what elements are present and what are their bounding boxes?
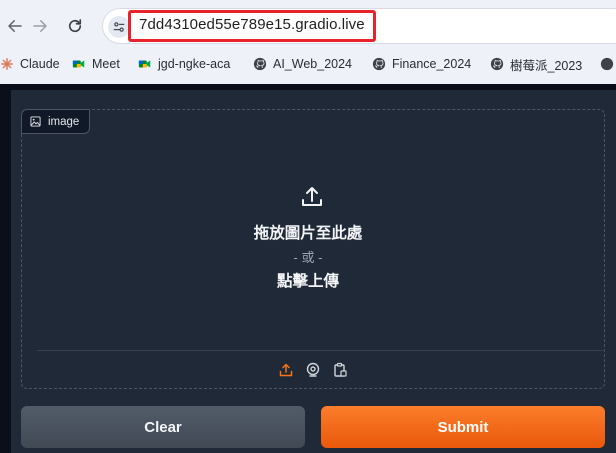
tune-icon	[113, 22, 125, 32]
source-divider	[37, 350, 605, 351]
submit-button[interactable]: Submit	[321, 406, 605, 448]
github-icon	[372, 57, 386, 71]
click-upload-text[interactable]: 點擊上傳	[0, 269, 616, 291]
bookmark-label: Meet	[92, 57, 120, 71]
forward-button[interactable]	[27, 13, 53, 39]
image-icon	[30, 116, 41, 127]
bookmark-ai-web-2024[interactable]: AI_Web_2024	[253, 53, 352, 75]
browser-chrome: 7dd4310ed55e789e15.gradio.live Claude Me…	[0, 0, 616, 84]
source-clipboard-button[interactable]	[330, 360, 350, 380]
bookmark-jgd-ngke-aca[interactable]: jgd-ngke-aca	[138, 53, 230, 75]
bookmark-label: Finance_2024	[392, 57, 472, 71]
or-separator-text: - 或 -	[293, 250, 323, 265]
bookmark-label: Claude	[20, 57, 60, 71]
reload-icon	[68, 19, 82, 33]
bookmark-label: jgd-ngke-aca	[158, 57, 231, 71]
bookmark-claude[interactable]: Claude	[0, 53, 60, 75]
github-icon	[253, 57, 267, 71]
image-label-text: image	[48, 115, 80, 128]
upload-icon	[279, 363, 293, 377]
reload-button[interactable]	[62, 13, 88, 39]
bookmarks-bar: Claude Meet jgd-ngke-aca AI_Web_2024 Fin…	[0, 53, 616, 75]
drop-instruction-text: 拖放圖片至此處	[253, 225, 363, 242]
bookmark-meet[interactable]: Meet	[72, 53, 120, 75]
github-icon	[600, 57, 614, 71]
clipboard-icon	[334, 362, 347, 377]
bookmark-label: 樹莓派_2023	[510, 58, 583, 73]
bookmark-raspberry-2023[interactable]: 樹莓派_2023	[490, 53, 582, 75]
site-info-button[interactable]	[108, 16, 130, 38]
bookmark-overflow[interactable]	[600, 53, 616, 75]
source-upload-button[interactable]	[276, 360, 296, 380]
bookmark-finance-2024[interactable]: Finance_2024	[372, 53, 471, 75]
source-webcam-button[interactable]	[303, 360, 323, 380]
url-text[interactable]: 7dd4310ed55e789e15.gradio.live	[139, 16, 365, 33]
webcam-icon	[306, 362, 320, 377]
back-button[interactable]	[2, 13, 28, 39]
meet-icon	[72, 57, 86, 71]
meet-icon	[138, 57, 152, 71]
bookmark-label: AI_Web_2024	[273, 57, 352, 71]
image-input-label: image	[21, 109, 91, 134]
github-icon	[490, 57, 504, 71]
upload-icon	[302, 187, 322, 206]
arrow-right-icon	[33, 20, 47, 32]
clear-button[interactable]: Clear	[21, 406, 305, 448]
claude-icon	[0, 57, 14, 71]
arrow-left-icon	[8, 20, 22, 32]
